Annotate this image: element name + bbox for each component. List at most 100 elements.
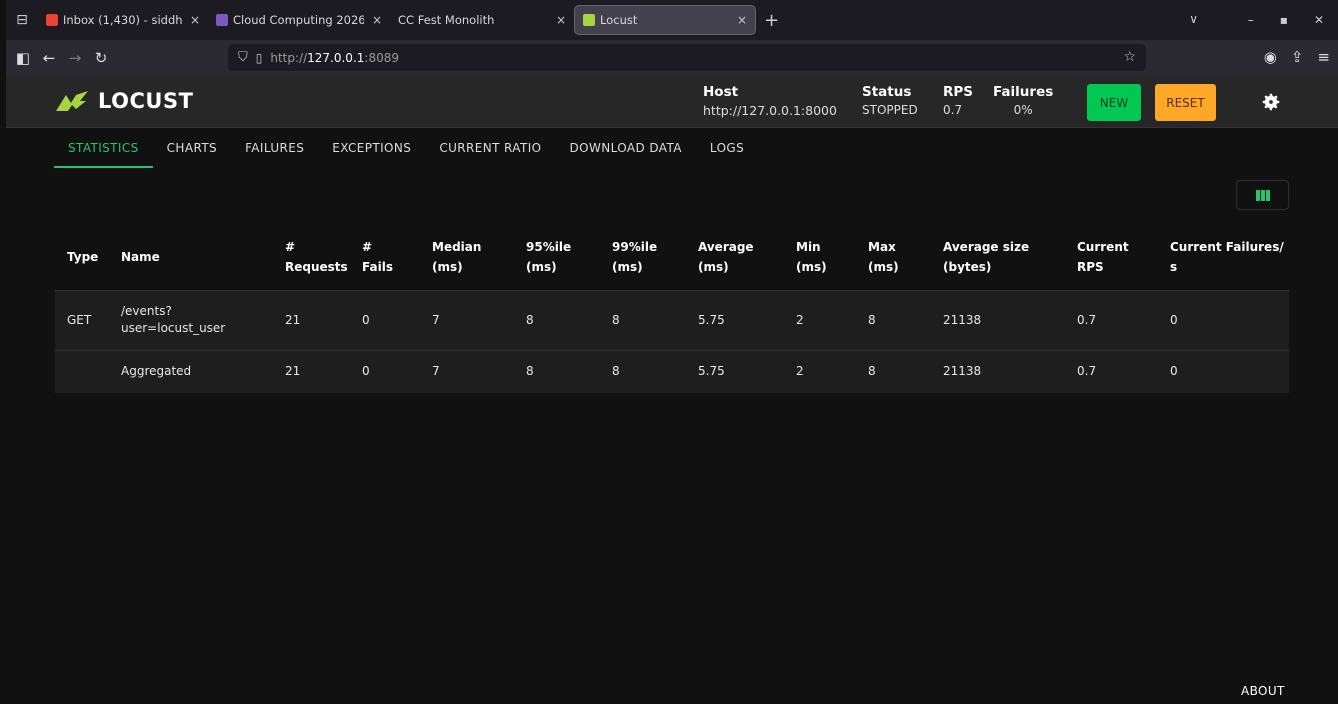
browser-tab-1[interactable]: Inbox (1,430) - siddharthak × — [38, 5, 208, 35]
close-tab-icon[interactable]: × — [556, 13, 566, 27]
table-cell: 0 — [1170, 312, 1178, 327]
table-header-row: Type Name # Requests # Fails Median (ms) 95%ile (… — [55, 224, 1289, 290]
browser-nav-bar: ◧ ← → ↻ ⛉ ▯ http://127.0.0.1:8089 ☆ ◉ ⇪ … — [6, 40, 1338, 76]
column-header[interactable]: 99%ile (ms) — [600, 224, 686, 290]
table-cell: 0 — [1170, 364, 1178, 379]
column-header[interactable]: # Fails — [350, 224, 420, 290]
column-header-text: (ms) — [698, 259, 729, 274]
url-bar[interactable]: ⛉ ▯ http://127.0.0.1:8089 ☆ — [228, 44, 1146, 71]
host-value: http://127.0.0.1:8000 — [703, 103, 837, 118]
column-header-text: Average size — [943, 239, 1030, 254]
column-header-text: 95%ile — [526, 239, 572, 254]
minimize-icon[interactable]: – — [1248, 13, 1254, 27]
table-cell: 8 — [868, 312, 876, 327]
tab-strip: Inbox (1,430) - siddharthak×Cloud Comput… — [38, 5, 756, 35]
column-header[interactable]: Current Failures/s — [1158, 224, 1289, 290]
column-header[interactable]: Name — [109, 224, 273, 290]
close-window-icon[interactable]: ✕ — [1314, 13, 1324, 27]
rps-stat: RPS 0.7 — [943, 84, 973, 117]
menu-icon[interactable]: ≡ — [1317, 48, 1330, 66]
browser-tab-bar: ⊟ Inbox (1,430) - siddharthak×Cloud Comp… — [6, 0, 1338, 40]
settings-gear-icon[interactable] — [1260, 91, 1282, 113]
tab-current-ratio[interactable]: CURRENT RATIO — [425, 128, 555, 168]
tab-overview-icon[interactable]: ⊟ — [6, 12, 38, 28]
table-cell: 21138 — [943, 364, 982, 379]
table-cell: 0 — [362, 364, 370, 379]
tab-statistics[interactable]: STATISTICS — [54, 128, 153, 168]
column-header[interactable]: Average size (bytes) — [931, 224, 1065, 290]
column-header-text: (ms) — [432, 259, 463, 274]
column-header-text: s — [1170, 259, 1178, 274]
column-header-text: Requests — [285, 259, 348, 274]
column-header[interactable]: Average (ms) — [686, 224, 784, 290]
column-header[interactable]: Current RPS — [1065, 224, 1158, 290]
tab-failures[interactable]: FAILURES — [231, 128, 318, 168]
table-cell: 2 — [796, 364, 804, 379]
forward-icon[interactable]: → — [62, 49, 88, 67]
extensions-icon[interactable]: ⇪ — [1291, 48, 1304, 66]
column-selector-button[interactable] — [1236, 180, 1289, 210]
about-link[interactable]: ABOUT — [1241, 684, 1285, 698]
rps-label: RPS — [943, 84, 974, 100]
locust-header: LOCUST Host http://127.0.0.1:8000 Status… — [6, 76, 1338, 128]
reset-button[interactable]: RESET — [1155, 84, 1216, 121]
url-prefix: http:// — [270, 50, 308, 65]
tab-logs[interactable]: LOGS — [696, 128, 758, 168]
table-cell: 21 — [285, 364, 301, 379]
status-label: Status — [862, 84, 912, 100]
column-header[interactable]: 95%ile (ms) — [514, 224, 600, 290]
page-icon[interactable]: ▯ — [256, 51, 263, 65]
column-header-text: Current Failures/ — [1170, 239, 1284, 254]
column-header-text: Type — [67, 249, 99, 264]
host-label: Host — [703, 84, 739, 100]
table-cell: /events? user=locust_user — [121, 304, 226, 335]
table-cell: 8 — [526, 364, 534, 379]
browser-tab-3[interactable]: CC Fest Monolith × — [390, 5, 574, 35]
column-header-text: Max — [868, 239, 896, 254]
locust-logo[interactable]: LOCUST — [54, 89, 193, 113]
browser-tab-2[interactable]: Cloud Computing 2026 - L × — [208, 5, 390, 35]
column-header-text: RPS — [1077, 259, 1104, 274]
browser-tab-label: CC Fest Monolith — [398, 13, 495, 27]
close-tab-icon[interactable]: × — [190, 13, 200, 27]
account-icon[interactable]: ◉ — [1264, 48, 1277, 66]
rps-value: 0.7 — [943, 103, 963, 117]
column-header[interactable]: Median (ms) — [420, 224, 514, 290]
column-header[interactable]: Max (ms) — [856, 224, 931, 290]
statistics-table-wrapper: Type Name # Requests # Fails Median (ms) 95%ile (… — [55, 224, 1289, 393]
reload-icon[interactable]: ↻ — [88, 49, 114, 67]
sidebar-toggle-icon[interactable]: ◧ — [10, 49, 36, 67]
column-header-text: Average — [698, 239, 754, 254]
table-cell: Aggregated — [121, 364, 192, 379]
column-header-text: Name — [121, 249, 160, 264]
tab-charts[interactable]: CHARTS — [153, 128, 231, 168]
shield-icon[interactable]: ⛉ — [238, 50, 248, 65]
close-tab-icon[interactable]: × — [372, 13, 382, 27]
back-icon[interactable]: ← — [36, 49, 62, 67]
tab-list-chevron-icon[interactable]: ∨ — [1189, 12, 1198, 26]
column-header[interactable]: # Requests — [273, 224, 350, 290]
new-tab-icon[interactable]: + — [764, 10, 779, 31]
maximize-icon[interactable]: ▪ — [1280, 13, 1288, 27]
table-cell: 0 — [362, 312, 370, 327]
column-header-text: Median — [432, 239, 482, 254]
close-tab-icon[interactable]: × — [737, 13, 747, 27]
main-nav-tabs: STATISTICS CHARTS FAILURES EXCEPTIONS CURREN… — [54, 128, 758, 168]
brand-name: LOCUST — [98, 89, 194, 113]
column-header[interactable]: Type — [55, 224, 109, 290]
column-header-text: # — [285, 239, 296, 254]
new-button[interactable]: NEW — [1087, 84, 1141, 121]
browser-tab-4[interactable]: Locust × — [574, 5, 756, 35]
table-cell: 21138 — [943, 312, 982, 327]
column-header-text: # — [362, 239, 373, 254]
failures-value: 0% — [1013, 103, 1033, 117]
table-cell: 8 — [612, 364, 620, 379]
tab-exceptions[interactable]: EXCEPTIONS — [318, 128, 425, 168]
locust-icon — [583, 14, 595, 26]
tab-download-data[interactable]: DOWNLOAD DATA — [556, 128, 696, 168]
statistics-table: Type Name # Requests # Fails Median (ms) 95%ile (… — [55, 224, 1289, 393]
bookmark-star-icon[interactable]: ☆ — [1123, 49, 1136, 65]
column-header[interactable]: Min (ms) — [784, 224, 856, 290]
column-header-text: (ms) — [868, 259, 899, 274]
column-header-text: (ms) — [526, 259, 557, 274]
